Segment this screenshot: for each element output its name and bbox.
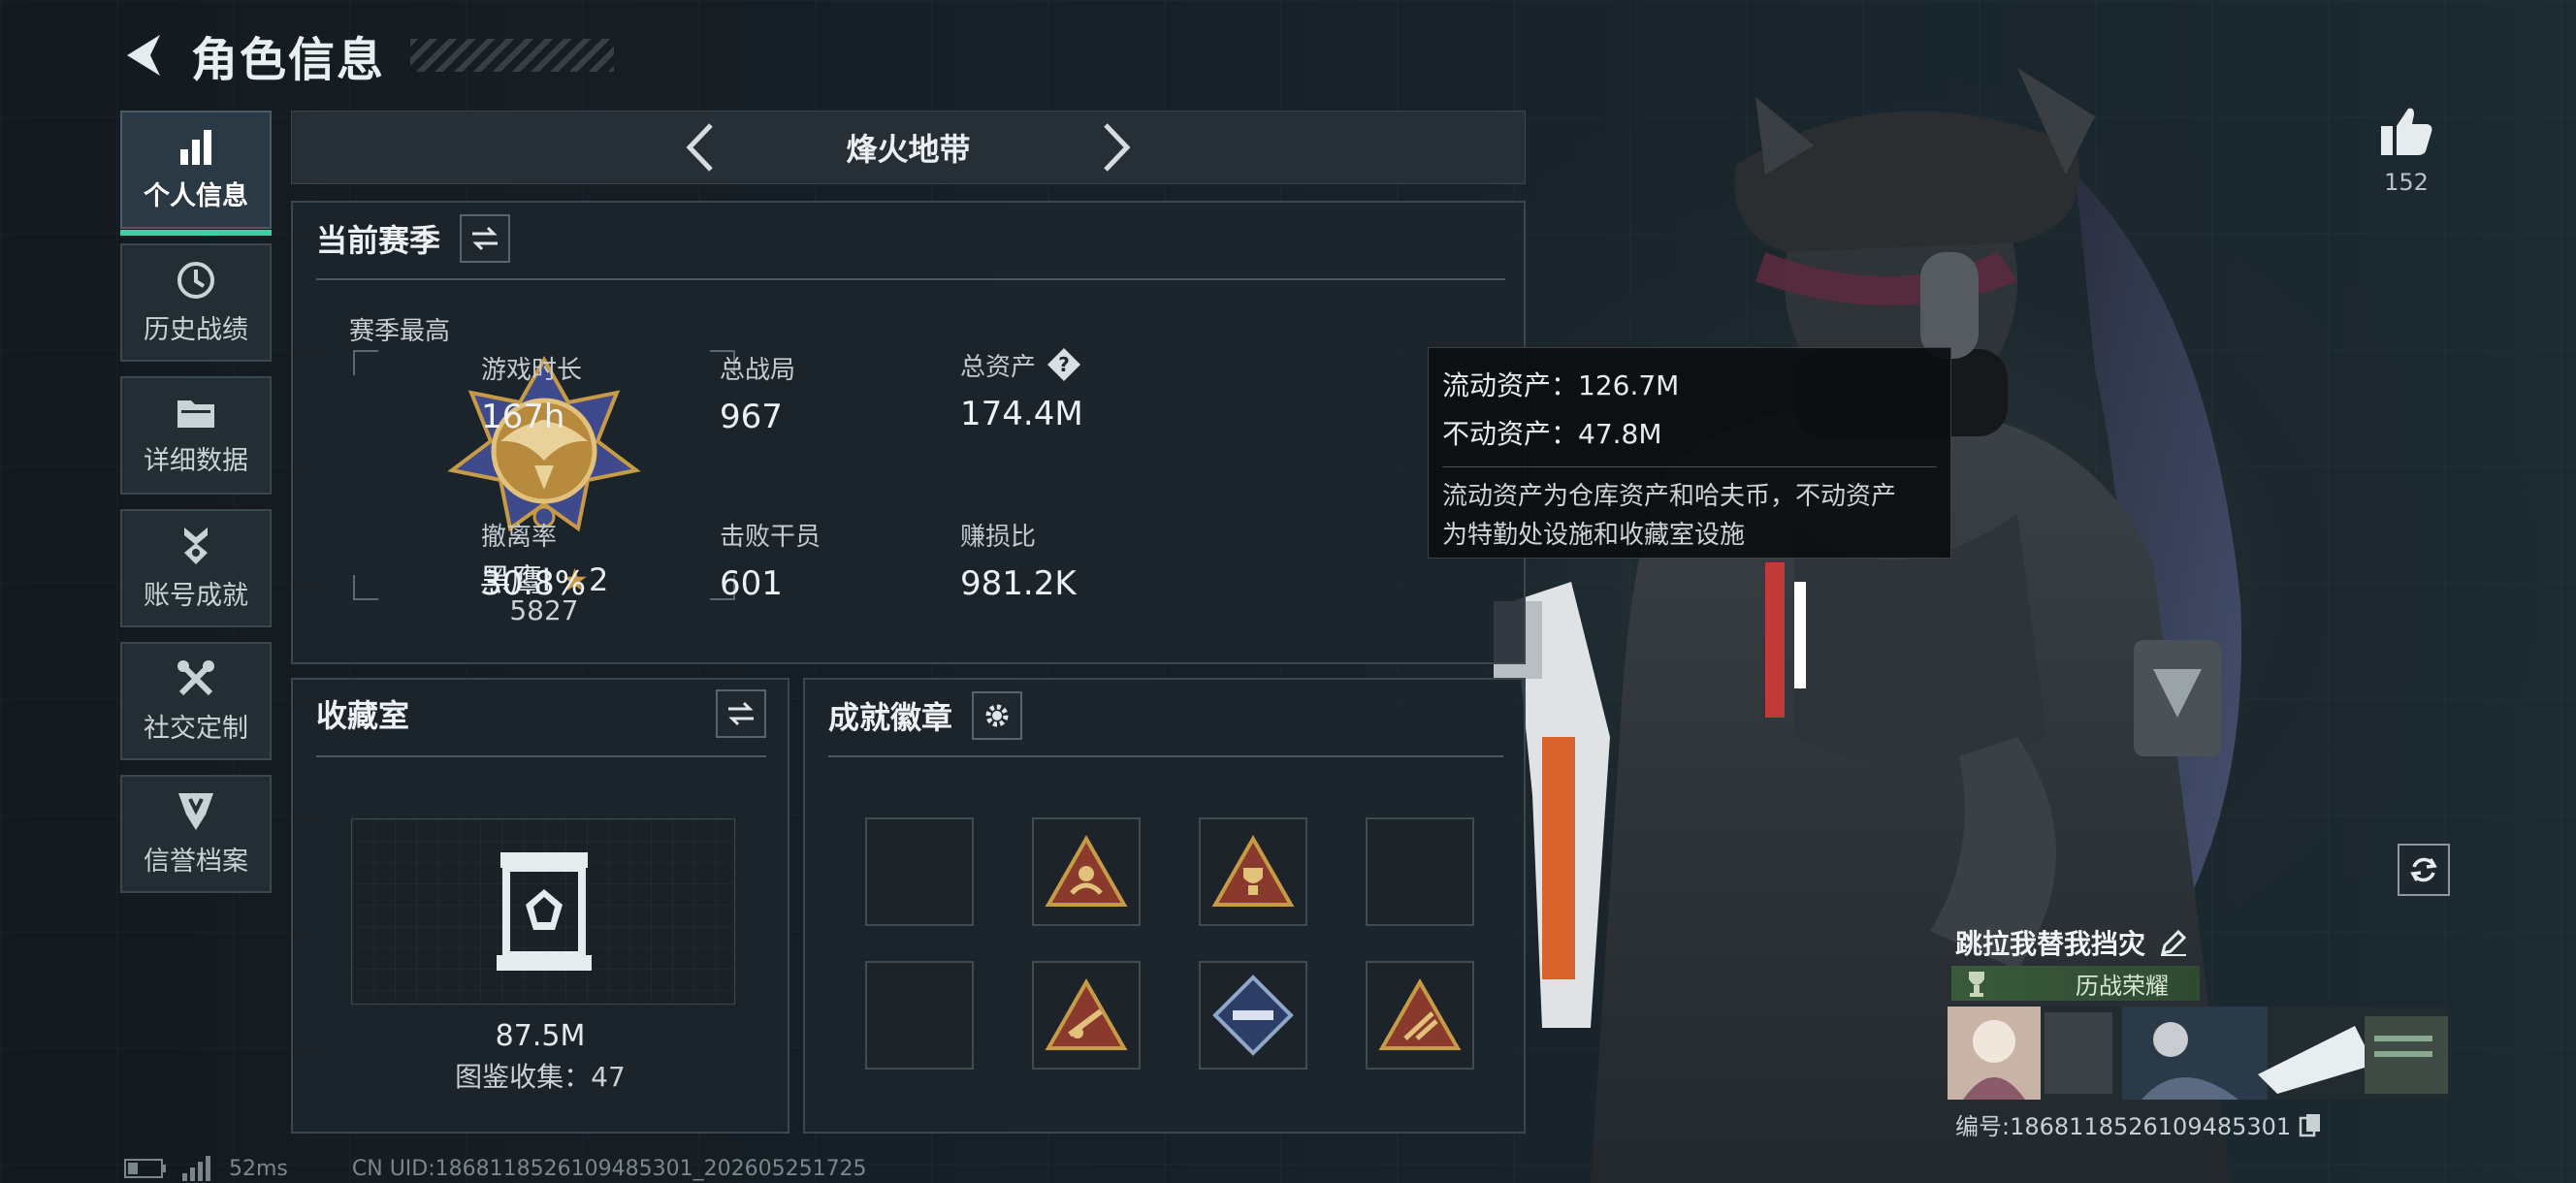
- like-button[interactable]: 152: [2372, 105, 2440, 196]
- tooltip-fixed-assets: 不动资产：47.8M: [1442, 418, 1662, 450]
- assets-tooltip: 流动资产：126.7M 不动资产：47.8M 流动资产为仓库资产和哈夫币，不动资…: [1428, 347, 1951, 559]
- achievements-title: 成就徽章: [828, 699, 953, 736]
- refresh-button[interactable]: [2398, 844, 2450, 896]
- badge-slot[interactable]: [1032, 817, 1141, 926]
- badge-slot-empty[interactable]: [865, 961, 974, 1070]
- like-count: 152: [2384, 169, 2429, 196]
- mode-selector: 烽火地带: [291, 111, 1526, 184]
- trophy-badge-icon: [1211, 835, 1295, 907]
- bar-chart-icon: [177, 128, 215, 167]
- nav-item-history[interactable]: 历史战绩: [120, 243, 272, 362]
- nav-item-personal-info[interactable]: 个人信息: [120, 111, 272, 236]
- back-arrow-icon[interactable]: [121, 26, 170, 84]
- gear-icon: [985, 704, 1009, 727]
- badge-slot-empty[interactable]: [1366, 817, 1474, 926]
- stat-total-matches: 总战局 967: [720, 356, 796, 436]
- collection-count: 图鉴收集：47: [455, 1061, 626, 1093]
- nav-item-reputation[interactable]: 信誉档案: [120, 775, 272, 893]
- season-switch-button[interactable]: [460, 214, 511, 263]
- display-case-icon: [497, 852, 592, 971]
- refresh-icon: [2410, 857, 2437, 882]
- mode-next-button[interactable]: [1097, 118, 1136, 176]
- achievements-settings-button[interactable]: [972, 691, 1023, 740]
- player-name: 跳拉我替我挡灾: [1955, 928, 2146, 960]
- nav-item-label: 个人信息: [144, 180, 248, 211]
- battery-icon: [124, 1159, 166, 1178]
- achievement-badges-panel: 成就徽章: [803, 678, 1526, 1134]
- page-header: 角色信息: [121, 21, 615, 89]
- nav-item-label: 历史战绩: [144, 314, 248, 345]
- triangle-badge-icon: [1045, 978, 1128, 1050]
- stat-play-time: 游戏时长 167h: [481, 356, 583, 436]
- badge-slot[interactable]: [1032, 961, 1141, 1070]
- nav-item-label: 账号成就: [144, 580, 248, 611]
- collection-switch-button[interactable]: [716, 689, 766, 738]
- shield-badge-icon: [177, 791, 215, 832]
- badge-slot[interactable]: [1199, 961, 1307, 1070]
- season-title: 当前赛季: [316, 222, 441, 259]
- tools-icon: [176, 658, 216, 699]
- svg-text:?: ?: [1058, 353, 1070, 376]
- collection-room-panel: 收藏室 87.5M 图鉴收集：47: [291, 678, 789, 1134]
- collection-divider: [316, 755, 766, 757]
- help-icon[interactable]: ?: [1046, 346, 1082, 383]
- nav-item-label: 社交定制: [144, 713, 248, 744]
- mode-title: 烽火地带: [846, 131, 971, 168]
- tooltip-note-line1: 流动资产为仓库资产和哈夫币，不动资产: [1442, 482, 1897, 511]
- player-card-banner[interactable]: [1948, 1007, 2448, 1100]
- chevron-right-icon: [1103, 123, 1130, 172]
- honor-title-bar[interactable]: 历战荣耀: [1951, 966, 2200, 1001]
- nav-item-account-achievements[interactable]: 账号成就: [120, 509, 272, 627]
- stat-extraction-rate: 撤离率 30.8%: [481, 523, 587, 603]
- tooltip-liquid-assets: 流动资产：126.7M: [1442, 369, 1680, 401]
- achievements-header: 成就徽章: [828, 691, 1023, 740]
- nav-item-social-custom[interactable]: 社交定制: [120, 642, 272, 760]
- collection-title: 收藏室: [316, 697, 410, 734]
- tooltip-note-line2: 为特勤处设施和收藏室设施: [1442, 521, 1746, 550]
- season-header: 当前赛季: [316, 214, 511, 263]
- uid-text: CN UID:1868118526109485301_202605251725: [351, 1156, 867, 1181]
- thumbs-up-icon: [2381, 108, 2432, 155]
- stat-total-assets: 总资产 ? 174.4M: [960, 346, 1174, 433]
- folder-icon: [176, 395, 216, 432]
- stat-profit-loss-ratio: 赚损比 981.2K: [960, 523, 1077, 603]
- current-season-panel: 当前赛季 赛季最高 黑鹰I ★2 5827 游戏时长 167h 总战局 967 …: [291, 201, 1526, 664]
- badge-slot[interactable]: [1366, 961, 1474, 1070]
- nav-item-label: 信誉档案: [144, 846, 248, 877]
- edit-pencil-icon[interactable]: [2159, 928, 2188, 957]
- player-name-row: 跳拉我替我挡灾: [1955, 923, 2188, 962]
- nav-item-label: 详细数据: [144, 445, 248, 476]
- collection-value: 87.5M: [495, 1019, 586, 1053]
- title-decoration: [410, 39, 615, 72]
- copy-icon[interactable]: [2299, 1112, 2322, 1137]
- honor-title: 历战荣耀: [2076, 972, 2169, 1000]
- player-id: 编号:1868118526109485301: [1955, 1107, 2322, 1141]
- badge-slot[interactable]: [1199, 817, 1307, 926]
- medal-icon: [177, 526, 215, 566]
- badge-slot-empty[interactable]: [865, 817, 974, 926]
- swap-icon: [728, 701, 754, 726]
- nav-item-detailed-data[interactable]: 详细数据: [120, 376, 272, 495]
- status-footer: 52ms CN UID:1868118526109485301_20260525…: [124, 1156, 867, 1181]
- season-best-label: 赛季最高: [349, 317, 451, 346]
- achievements-divider: [828, 755, 1503, 757]
- ping-value: 52ms: [229, 1156, 288, 1181]
- chevron-left-icon: [687, 123, 714, 172]
- swap-icon: [472, 226, 499, 251]
- season-divider: [316, 278, 1505, 280]
- history-clock-icon: [176, 260, 216, 301]
- trophy-icon: [1969, 972, 1984, 997]
- side-nav: 个人信息 历史战绩 详细数据 账号成就 社交定制 信誉档案: [120, 111, 272, 908]
- collection-header: 收藏室: [316, 691, 409, 736]
- diamond-badge-icon: [1212, 975, 1294, 1056]
- triangle-badge-icon: [1045, 835, 1128, 907]
- signal-icon: [182, 1156, 210, 1181]
- mode-prev-button[interactable]: [681, 118, 720, 176]
- page-title: 角色信息: [191, 33, 386, 87]
- triangle-badge-icon: [1378, 978, 1462, 1050]
- collection-display[interactable]: [351, 818, 735, 1005]
- stat-operators-defeated: 击败干员 601: [720, 523, 821, 603]
- banner-artwork: [1948, 1007, 2448, 1100]
